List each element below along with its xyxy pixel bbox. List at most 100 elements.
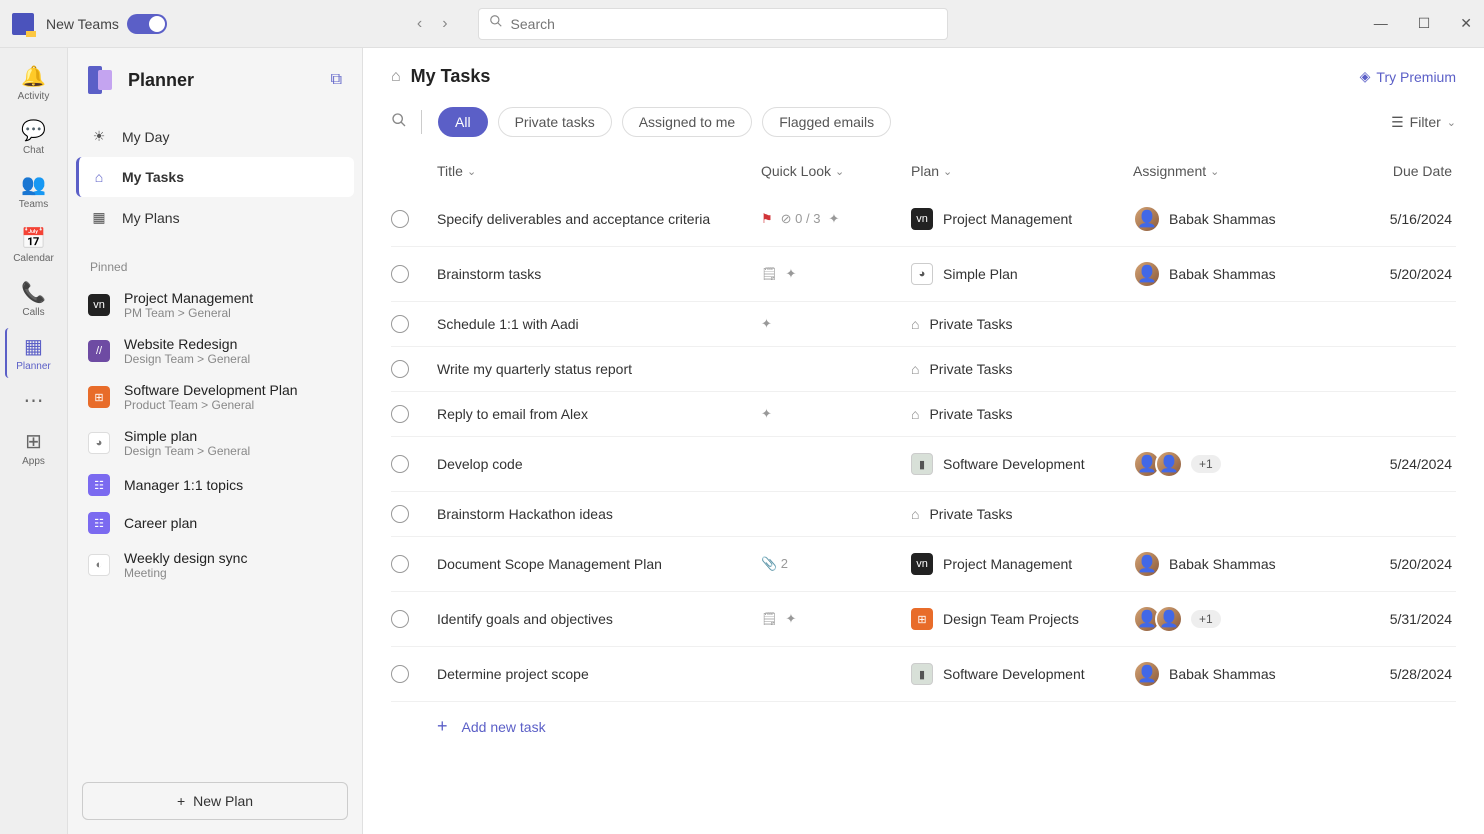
rail-apps[interactable]: ⊞Apps	[6, 423, 62, 473]
complete-checkbox[interactable]	[391, 610, 409, 628]
home-icon: ⌂	[911, 506, 919, 522]
minimize-button[interactable]: —	[1374, 15, 1388, 32]
complete-checkbox[interactable]	[391, 360, 409, 378]
plan-name: Software Development	[943, 666, 1085, 682]
page-title: My Tasks	[411, 66, 491, 87]
new-teams-label: New Teams	[46, 16, 119, 32]
try-premium-link[interactable]: ◈Try Premium	[1360, 68, 1456, 85]
table-row[interactable]: Document Scope Management Plan 📎 2 vnPro…	[391, 537, 1456, 592]
task-title[interactable]: Brainstorm tasks	[437, 266, 541, 282]
complete-checkbox[interactable]	[391, 665, 409, 683]
rail-chat[interactable]: 💬Chat	[6, 112, 62, 162]
new-plan-button[interactable]: +New Plan	[82, 782, 348, 820]
table-row[interactable]: Brainstorm tasks 🗒✦ ◕Simple Plan Babak S…	[391, 247, 1456, 302]
sidebar-title: Planner	[128, 70, 194, 91]
task-title[interactable]: Determine project scope	[437, 666, 589, 682]
plan-badge-icon: vn	[911, 553, 933, 575]
pill-all[interactable]: All	[438, 107, 488, 137]
rail-calendar[interactable]: 📅Calendar	[6, 220, 62, 270]
sidebar: Planner ⧉ ☀My Day ⌂My Tasks ▦My Plans Pi…	[68, 48, 363, 834]
due-date: 5/20/2024	[1390, 266, 1452, 282]
complete-checkbox[interactable]	[391, 315, 409, 333]
col-plan-sort[interactable]: Plan⌄	[911, 163, 952, 179]
plan-badge-icon: vn	[911, 208, 933, 230]
plan-badge-icon: //	[88, 340, 110, 362]
note-icon: 🗒	[761, 266, 778, 282]
col-due-sort[interactable]: Due Date	[1393, 163, 1452, 179]
complete-checkbox[interactable]	[391, 210, 409, 228]
due-date: 5/31/2024	[1390, 611, 1452, 627]
new-teams-toggle[interactable]	[127, 14, 167, 34]
pinned-item[interactable]: ◐ Weekly design syncMeeting	[68, 542, 362, 588]
pinned-item[interactable]: ⊞ Software Development PlanProduct Team …	[68, 374, 362, 420]
rail-teams[interactable]: 👥Teams	[6, 166, 62, 216]
table-row[interactable]: Schedule 1:1 with Aadi ✦ ⌂Private Tasks	[391, 302, 1456, 347]
search-input[interactable]	[511, 16, 937, 32]
task-title[interactable]: Brainstorm Hackathon ideas	[437, 506, 613, 522]
close-button[interactable]: ✕	[1460, 15, 1472, 32]
add-task-button[interactable]: + Add new task	[391, 702, 1456, 751]
pinned-item[interactable]: // Website RedesignDesign Team > General	[68, 328, 362, 374]
task-title[interactable]: Write my quarterly status report	[437, 361, 632, 377]
complete-checkbox[interactable]	[391, 555, 409, 573]
plan-name: Private Tasks	[929, 361, 1012, 377]
task-search-icon[interactable]	[391, 112, 407, 133]
task-title[interactable]: Identify goals and objectives	[437, 611, 613, 627]
table-row[interactable]: Reply to email from Alex ✦ ⌂Private Task…	[391, 392, 1456, 437]
more-icon: ⋯	[24, 388, 44, 413]
pinned-item[interactable]: ☷ Career plan	[68, 504, 362, 542]
nav-my-day[interactable]: ☀My Day	[76, 116, 354, 157]
nav-back-icon[interactable]: ‹	[417, 15, 422, 33]
rail-activity[interactable]: 🔔Activity	[6, 58, 62, 108]
more-assignees-badge: +1	[1191, 610, 1221, 628]
table-row[interactable]: Develop code ▮Software Development +1 5/…	[391, 437, 1456, 492]
pill-assigned[interactable]: Assigned to me	[622, 107, 753, 137]
task-title[interactable]: Reply to email from Alex	[437, 406, 588, 422]
complete-checkbox[interactable]	[391, 265, 409, 283]
pill-private[interactable]: Private tasks	[498, 107, 612, 137]
table-row[interactable]: Identify goals and objectives 🗒✦ ⊞Design…	[391, 592, 1456, 647]
col-quick-sort[interactable]: Quick Look⌄	[761, 163, 844, 179]
nav-my-tasks[interactable]: ⌂My Tasks	[76, 157, 354, 197]
nav-my-plans[interactable]: ▦My Plans	[76, 197, 354, 238]
pinned-item[interactable]: vn Project ManagementPM Team > General	[68, 282, 362, 328]
rail-more[interactable]: ⋯	[6, 382, 62, 419]
popout-icon[interactable]: ⧉	[331, 71, 342, 89]
col-title-sort[interactable]: Title⌄	[437, 163, 476, 179]
assignee-name: Babak Shammas	[1169, 266, 1276, 282]
task-title[interactable]: Develop code	[437, 456, 523, 472]
avatar	[1155, 605, 1183, 633]
phone-icon: 📞	[21, 280, 46, 305]
chevron-down-icon: ⌄	[943, 165, 952, 178]
chevron-down-icon: ⌄	[835, 165, 844, 178]
pinned-path: Design Team > General	[124, 444, 250, 458]
filter-button[interactable]: ☰Filter⌄	[1391, 114, 1456, 131]
plan-badge-icon: ◐	[88, 554, 110, 576]
chevron-down-icon: ⌄	[1210, 165, 1219, 178]
maximize-button[interactable]: ☐	[1418, 15, 1431, 32]
star-icon: ✦	[761, 316, 772, 332]
table-row[interactable]: Write my quarterly status report ⌂Privat…	[391, 347, 1456, 392]
complete-checkbox[interactable]	[391, 455, 409, 473]
rail-planner[interactable]: ▦Planner	[5, 328, 61, 378]
pinned-item[interactable]: ☷ Manager 1:1 topics	[68, 466, 362, 504]
nav-forward-icon[interactable]: ›	[442, 15, 447, 33]
col-assignment-sort[interactable]: Assignment⌄	[1133, 163, 1219, 179]
search-bar[interactable]	[478, 8, 948, 40]
complete-checkbox[interactable]	[391, 505, 409, 523]
avatar	[1133, 550, 1161, 578]
task-title[interactable]: Schedule 1:1 with Aadi	[437, 316, 579, 332]
table-row[interactable]: Brainstorm Hackathon ideas ⌂Private Task…	[391, 492, 1456, 537]
rail-calls[interactable]: 📞Calls	[6, 274, 62, 324]
table-row[interactable]: Determine project scope ▮Software Develo…	[391, 647, 1456, 702]
task-title[interactable]: Specify deliverables and acceptance crit…	[437, 211, 710, 227]
plan-name: Software Development	[943, 456, 1085, 472]
complete-checkbox[interactable]	[391, 405, 409, 423]
pinned-item[interactable]: ◕ Simple planDesign Team > General	[68, 420, 362, 466]
table-row[interactable]: Specify deliverables and acceptance crit…	[391, 192, 1456, 247]
chat-icon: 💬	[21, 118, 46, 143]
avatar	[1133, 205, 1161, 233]
task-title[interactable]: Document Scope Management Plan	[437, 556, 662, 572]
pill-flagged[interactable]: Flagged emails	[762, 107, 891, 137]
plan-badge-icon: ⊞	[911, 608, 933, 630]
